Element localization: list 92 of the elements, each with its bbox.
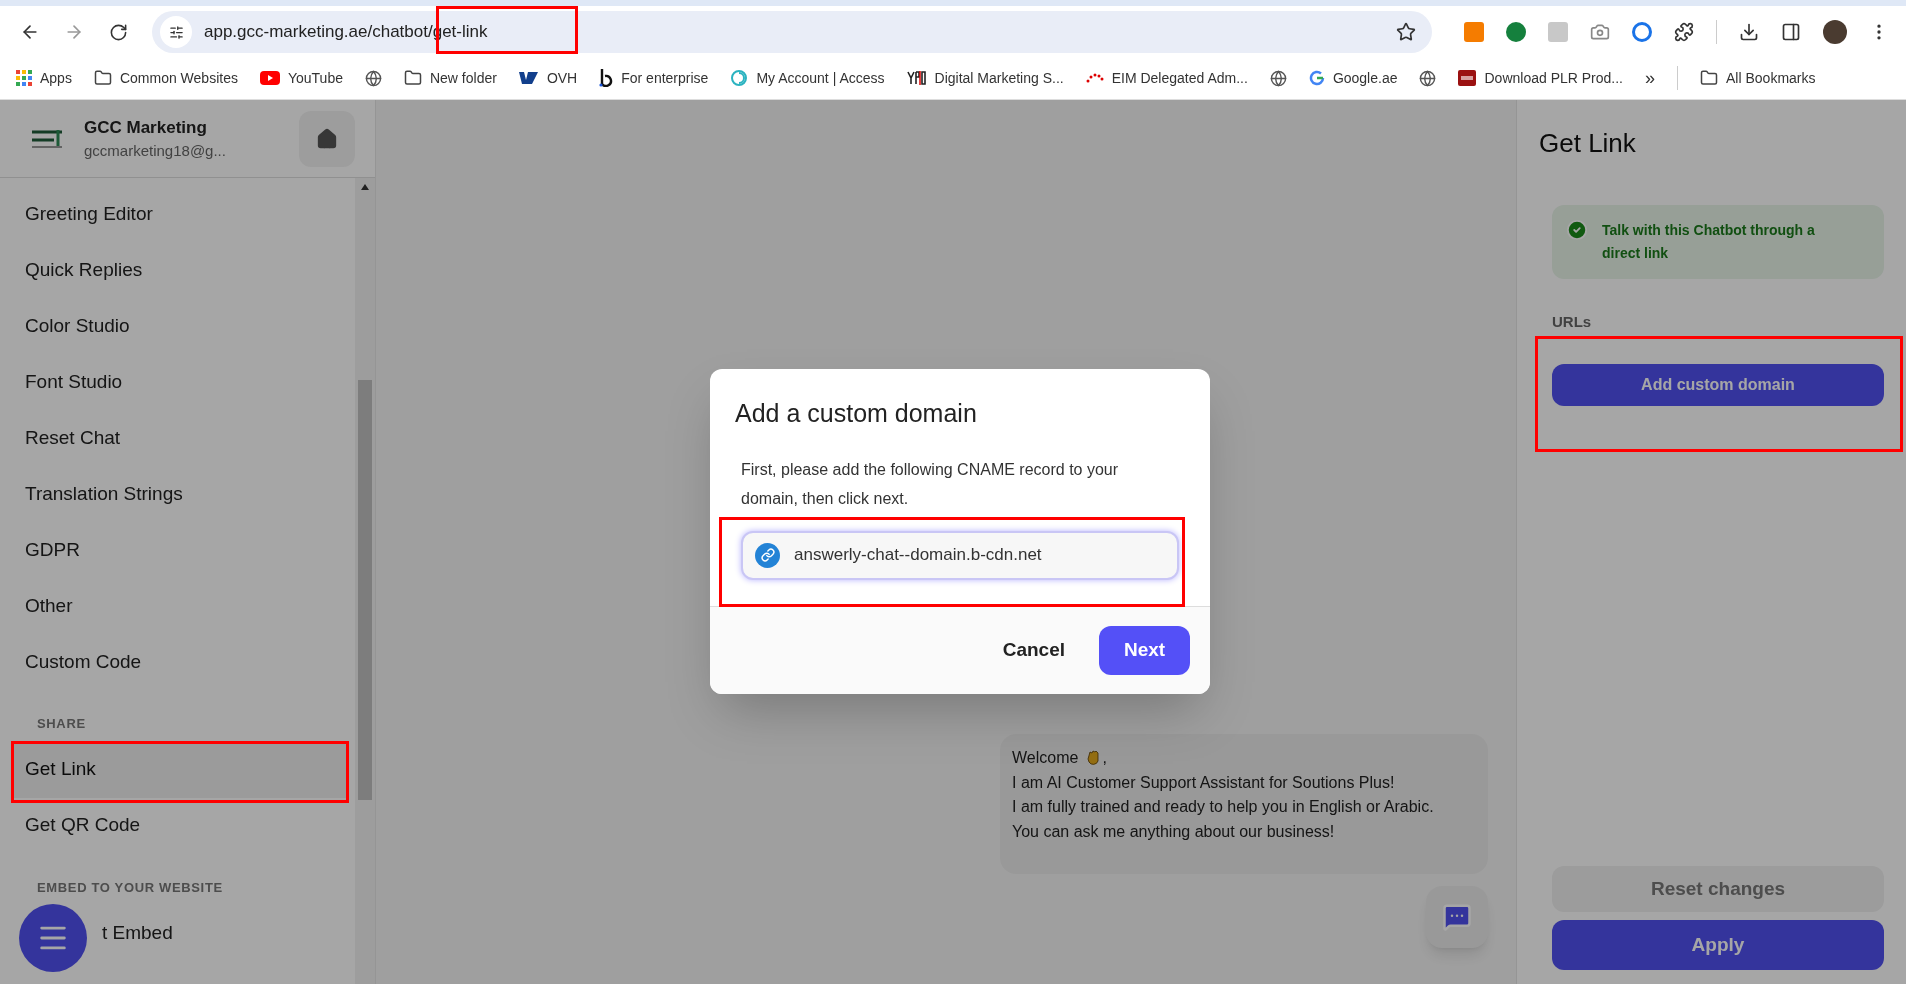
- bookmark-label: OVH: [546, 68, 578, 88]
- reload-icon: [108, 22, 128, 42]
- logo-icon: [1458, 70, 1477, 86]
- sidebar-item[interactable]: t Embed: [12, 905, 347, 961]
- play-icon: [259, 71, 280, 85]
- reset-changes-button: Reset changes: [1552, 866, 1884, 912]
- sidebar-item[interactable]: Translation Strings: [12, 466, 347, 522]
- bookmark-label: All Bookmarks: [1726, 68, 1816, 88]
- dots-icon: [1085, 71, 1104, 85]
- account-email: gccmarketing18@g...: [84, 141, 226, 161]
- sidebar-item[interactable]: Get Link: [12, 741, 347, 798]
- wave-logo-icon: [518, 71, 539, 85]
- folder-icon: [1700, 69, 1719, 87]
- globe-icon: [1269, 69, 1287, 87]
- cname-field[interactable]: answerly-chat--domain.b-cdn.net: [741, 530, 1179, 580]
- bookmark-label: Download PLR Prod...: [1484, 68, 1623, 88]
- apps-grid-icon: [16, 70, 32, 86]
- extension-icon[interactable]: [1506, 22, 1526, 42]
- chat-text: I am fully trained and ready to help you in English or Arabic.: [1012, 797, 1435, 817]
- bookmark[interactable]: [1269, 69, 1287, 87]
- section-heading: SHARE: [36, 715, 87, 733]
- bookmark-label: YouTube: [287, 68, 343, 88]
- chat-text: ,: [1102, 748, 1107, 768]
- sidebar-item[interactable]: GDPR: [12, 522, 347, 578]
- home-icon: [316, 127, 338, 150]
- cancel-button[interactable]: Cancel: [1002, 635, 1065, 665]
- bookmark[interactable]: Download PLR Prod...: [1458, 67, 1623, 89]
- dialog-title: Add a custom domain: [734, 398, 978, 429]
- next-button[interactable]: Next: [1099, 625, 1190, 675]
- g-logo-icon: [1308, 70, 1325, 86]
- bookmark-label: My Account | Access: [756, 68, 885, 88]
- scroll-up-icon[interactable]: [361, 184, 369, 190]
- folder-icon: [93, 69, 112, 87]
- bookmark[interactable]: For enterprise: [599, 67, 709, 89]
- bookmark[interactable]: YouTube: [259, 67, 343, 89]
- bookmark-label: Digital Marketing S...: [934, 68, 1064, 88]
- sidebar-item[interactable]: Color Studio: [12, 298, 347, 354]
- apply-button[interactable]: Apply: [1552, 920, 1884, 970]
- extension-icon[interactable]: [1632, 22, 1652, 42]
- sidebar-item[interactable]: Reset Chat: [12, 410, 347, 466]
- globe-icon: [1419, 69, 1437, 87]
- home-button[interactable]: [299, 110, 355, 167]
- letter-logo-icon: [599, 69, 614, 87]
- bookmark[interactable]: OVH: [518, 67, 578, 89]
- dialog-text: First, please add the following CNAME record to your domain, then click next.: [740, 459, 1120, 509]
- bookmark-label: Common Websites: [119, 68, 238, 88]
- more-bookmarks-button[interactable]: »: [1645, 64, 1656, 92]
- all-bookmarks[interactable]: All Bookmarks: [1700, 67, 1816, 89]
- bookmark-star-icon[interactable]: [1396, 22, 1416, 42]
- bookmark[interactable]: Common Websites: [93, 67, 238, 89]
- account-name: GCC Marketing: [84, 116, 208, 139]
- scrollbar[interactable]: [355, 178, 375, 984]
- bookmark-label: Apps: [40, 68, 72, 88]
- side-panel-icon[interactable]: [1781, 22, 1801, 42]
- check-circle-icon: [1566, 219, 1588, 241]
- bookmark-label: For enterprise: [621, 68, 709, 88]
- chat-text: You can ask me anything about our business!: [1012, 821, 1336, 842]
- site-info-icon[interactable]: [160, 16, 192, 48]
- bookmark-label: Google.ae: [1332, 68, 1398, 88]
- bookmark[interactable]: Google.ae: [1308, 67, 1398, 89]
- chat-icon: [1442, 902, 1472, 932]
- bookmark[interactable]: Apps: [16, 67, 72, 89]
- download-icon[interactable]: [1739, 22, 1759, 42]
- bookmark[interactable]: Digital Marketing S...: [906, 67, 1064, 89]
- camera-icon[interactable]: [1590, 22, 1610, 42]
- sidebar-item[interactable]: Other: [12, 578, 347, 634]
- bookmark[interactable]: New folder: [403, 67, 497, 89]
- folder-icon: [403, 69, 422, 87]
- chat-text: I am AI Customer Support Assistant for Soutions Plus!: [1012, 772, 1396, 793]
- sidebar-item[interactable]: Custom Code: [12, 634, 347, 690]
- add-custom-domain-button[interactable]: Add custom domain: [1552, 363, 1884, 406]
- avatar-icon[interactable]: [1823, 20, 1847, 44]
- sidebar-item[interactable]: Greeting Editor: [12, 186, 347, 242]
- bookmark[interactable]: My Account | Access: [730, 67, 885, 89]
- bookmark-label: EIM Delegated Adm...: [1111, 68, 1248, 88]
- alert-text: Talk with this Chatbot through a direct link: [1602, 221, 1816, 263]
- bookmark[interactable]: [364, 69, 382, 87]
- globe-icon: [364, 69, 382, 87]
- section-heading: EMBED TO YOUR WEBSITE: [36, 878, 224, 897]
- urls-label: URLs: [1552, 312, 1593, 332]
- sidebar-item[interactable]: Font Studio: [12, 354, 347, 410]
- bookmark-label: New folder: [429, 68, 497, 88]
- swirl-icon: [730, 69, 749, 87]
- extensions-icon[interactable]: [1674, 22, 1694, 42]
- logo-icon: [906, 70, 927, 86]
- bookmark[interactable]: [1419, 69, 1437, 87]
- chat-text: Welcome: [1012, 748, 1079, 768]
- cname-value: answerly-chat--domain.b-cdn.net: [794, 544, 1042, 567]
- bookmark[interactable]: EIM Delegated Adm...: [1085, 67, 1248, 89]
- sidebar-item[interactable]: Quick Replies: [12, 242, 347, 298]
- panel-title: Get Link: [1539, 127, 1637, 160]
- link-icon: [755, 542, 780, 568]
